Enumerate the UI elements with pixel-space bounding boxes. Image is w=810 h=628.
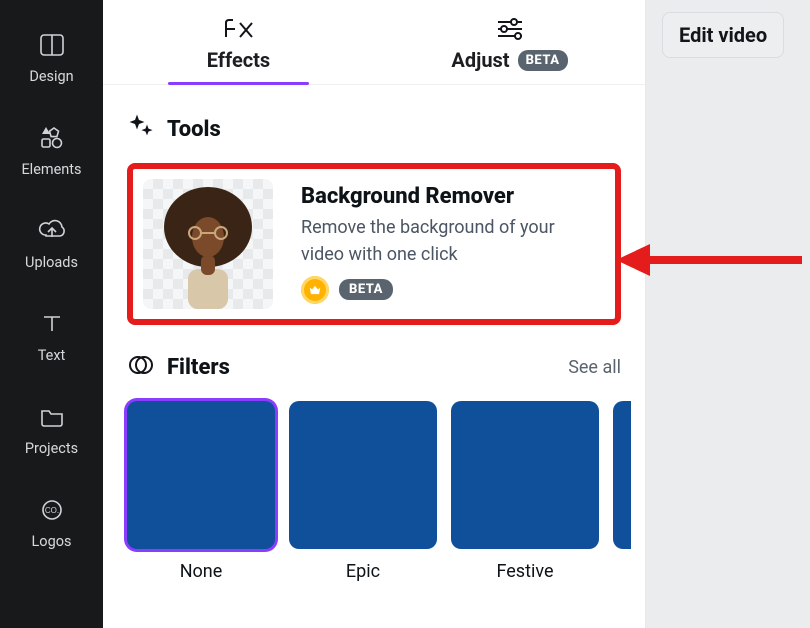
filter-next-peek[interactable] xyxy=(613,401,631,582)
tool-title: Background Remover xyxy=(301,184,601,209)
filter-festive[interactable]: Festive xyxy=(451,401,599,582)
filter-none[interactable]: None xyxy=(127,401,275,582)
uploads-icon xyxy=(37,216,67,246)
sidebar-item-uploads[interactable]: Uploads xyxy=(0,196,103,289)
panel-tabs: Effects Adjust BETA xyxy=(103,0,645,84)
edit-video-button[interactable]: Edit video xyxy=(662,12,784,58)
sidebar-item-logos[interactable]: CO. Logos xyxy=(0,475,103,568)
beta-badge: BETA xyxy=(339,279,393,300)
filter-tile xyxy=(613,401,631,549)
sidebar-item-label: Design xyxy=(29,68,73,85)
active-tab-underline xyxy=(168,82,309,85)
left-sidebar: Design Elements Uploads Text xyxy=(0,0,103,628)
filters-title: Filters xyxy=(167,355,230,380)
design-icon xyxy=(37,30,67,60)
tool-background-remover[interactable]: Background Remover Remove the background… xyxy=(127,163,621,325)
filters-venn-icon xyxy=(127,351,155,383)
see-all-link[interactable]: See all xyxy=(568,357,621,378)
filter-label: Festive xyxy=(496,561,553,582)
effects-panel: Effects Adjust BETA xyxy=(103,0,646,628)
premium-crown-icon xyxy=(301,276,329,304)
sidebar-item-projects[interactable]: Projects xyxy=(0,382,103,475)
projects-icon xyxy=(37,402,67,432)
tab-adjust[interactable]: Adjust BETA xyxy=(374,14,645,84)
logos-icon: CO. xyxy=(37,495,67,525)
sidebar-item-text[interactable]: Text xyxy=(0,289,103,382)
effects-fx-icon xyxy=(217,14,261,42)
filters-strip: None Epic Festive xyxy=(103,401,645,594)
sidebar-item-label: Text xyxy=(38,347,66,364)
tool-description: Remove the background of your video with… xyxy=(301,215,601,267)
text-icon xyxy=(37,309,67,339)
sparkle-icon xyxy=(127,113,155,145)
adjust-sliders-icon xyxy=(492,14,528,42)
tab-label: Effects xyxy=(207,48,270,72)
filters-section: Filters See all xyxy=(103,333,645,391)
filter-label: Epic xyxy=(346,561,380,582)
sidebar-item-label: Uploads xyxy=(25,254,78,271)
filter-label: None xyxy=(180,561,223,582)
tools-section: Tools Background Remover xyxy=(103,85,645,333)
tools-title: Tools xyxy=(167,117,221,142)
sidebar-item-elements[interactable]: Elements xyxy=(0,103,103,196)
filter-epic[interactable]: Epic xyxy=(289,401,437,582)
sidebar-item-label: Elements xyxy=(21,161,81,178)
sidebar-item-label: Projects xyxy=(25,440,78,457)
tab-label: Adjust xyxy=(451,48,509,72)
tab-effects[interactable]: Effects xyxy=(103,14,374,84)
svg-text:CO.: CO. xyxy=(44,506,58,515)
sidebar-item-design[interactable]: Design xyxy=(0,10,103,103)
filter-tile xyxy=(127,401,275,549)
tool-thumbnail xyxy=(143,179,273,309)
canvas-area: Edit video xyxy=(646,0,810,628)
sidebar-item-label: Logos xyxy=(32,533,72,550)
filter-tile xyxy=(451,401,599,549)
elements-icon xyxy=(37,123,67,153)
beta-badge: BETA xyxy=(518,50,568,71)
filter-tile xyxy=(289,401,437,549)
